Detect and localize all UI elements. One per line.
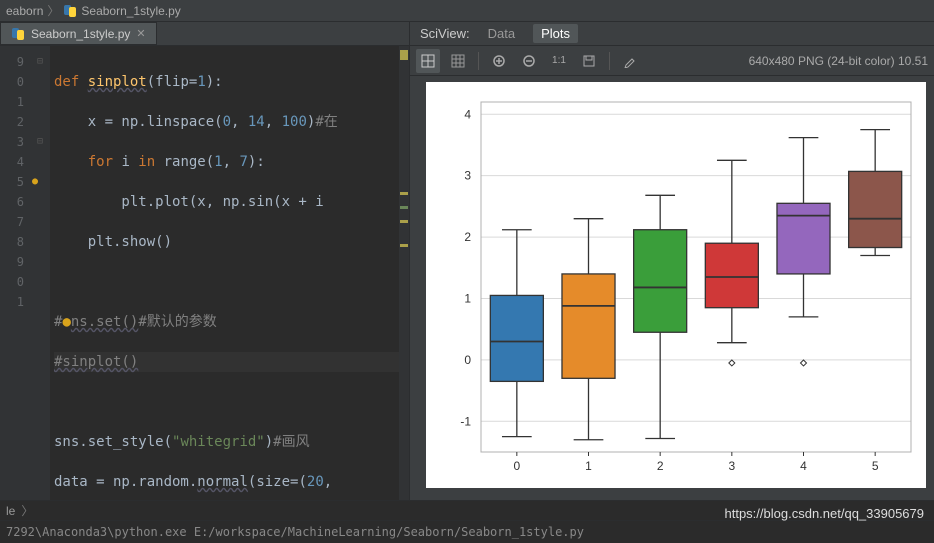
- python-file-icon: [63, 4, 77, 18]
- code-area[interactable]: def sinplot(flip=1): x = np.linspace(0, …: [50, 46, 409, 500]
- save-icon[interactable]: [577, 49, 601, 73]
- editor-tab-bar: Seaborn_1style.py ✕: [0, 22, 409, 46]
- gutter: 9012345678901: [0, 46, 30, 500]
- chevron-right-icon: 〉: [47, 2, 59, 19]
- svg-text:-1: -1: [460, 414, 471, 428]
- editor-body[interactable]: 9012345678901 ⊟ ⊟ ● def sinplot(flip=1):…: [0, 46, 409, 500]
- editor-tab[interactable]: Seaborn_1style.py ✕: [0, 22, 157, 45]
- editor-tab-label: Seaborn_1style.py: [31, 27, 130, 41]
- svg-text:3: 3: [464, 169, 471, 183]
- zoom-in-icon[interactable]: [487, 49, 511, 73]
- grid-icon[interactable]: [446, 49, 470, 73]
- svg-text:3: 3: [728, 459, 735, 473]
- svg-text:1: 1: [464, 291, 471, 305]
- sciview-label: SciView:: [420, 26, 470, 41]
- svg-text:1: 1: [585, 459, 592, 473]
- editor-pane: Seaborn_1style.py ✕ 9012345678901 ⊟ ⊟ ● …: [0, 22, 409, 500]
- svg-text:0: 0: [464, 353, 471, 367]
- plot-canvas: -1 0 1 2 3 4 0 1 2 3 4 5: [426, 82, 926, 488]
- sciview-toolbar: 1:1 640x480 PNG (24-bit color) 10.51: [410, 46, 934, 76]
- breadcrumb-folder[interactable]: eaborn: [6, 4, 43, 18]
- svg-text:2: 2: [464, 230, 471, 244]
- tab-plots[interactable]: Plots: [533, 24, 578, 43]
- watermark: https://blog.csdn.net/qq_33905679: [725, 506, 925, 521]
- fold-column: ⊟ ⊟ ●: [30, 46, 50, 500]
- close-icon[interactable]: ✕: [136, 27, 145, 40]
- svg-text:4: 4: [464, 107, 471, 121]
- svg-text:5: 5: [872, 459, 879, 473]
- python-file-icon: [11, 27, 25, 41]
- image-info: 640x480 PNG (24-bit color) 10.51: [749, 54, 928, 68]
- breadcrumb-file[interactable]: Seaborn_1style.py: [81, 4, 180, 18]
- fit-icon[interactable]: [416, 49, 440, 73]
- tab-data[interactable]: Data: [488, 26, 515, 41]
- svg-text:2: 2: [657, 459, 664, 473]
- breadcrumb: eaborn 〉 Seaborn_1style.py: [0, 0, 934, 22]
- color-picker-icon[interactable]: [618, 49, 642, 73]
- console-output: 7292\Anaconda3\python.exe E:/workspace/M…: [6, 525, 584, 539]
- svg-text:4: 4: [800, 459, 807, 473]
- actual-size-button[interactable]: 1:1: [547, 49, 571, 73]
- error-stripe[interactable]: [399, 46, 409, 500]
- sciview-pane: SciView: Data Plots 1:1 640x480 PNG (24-…: [409, 22, 934, 500]
- zoom-out-icon[interactable]: [517, 49, 541, 73]
- sciview-tabs: SciView: Data Plots: [410, 22, 934, 46]
- footer-left[interactable]: le: [6, 504, 15, 518]
- svg-text:0: 0: [513, 459, 520, 473]
